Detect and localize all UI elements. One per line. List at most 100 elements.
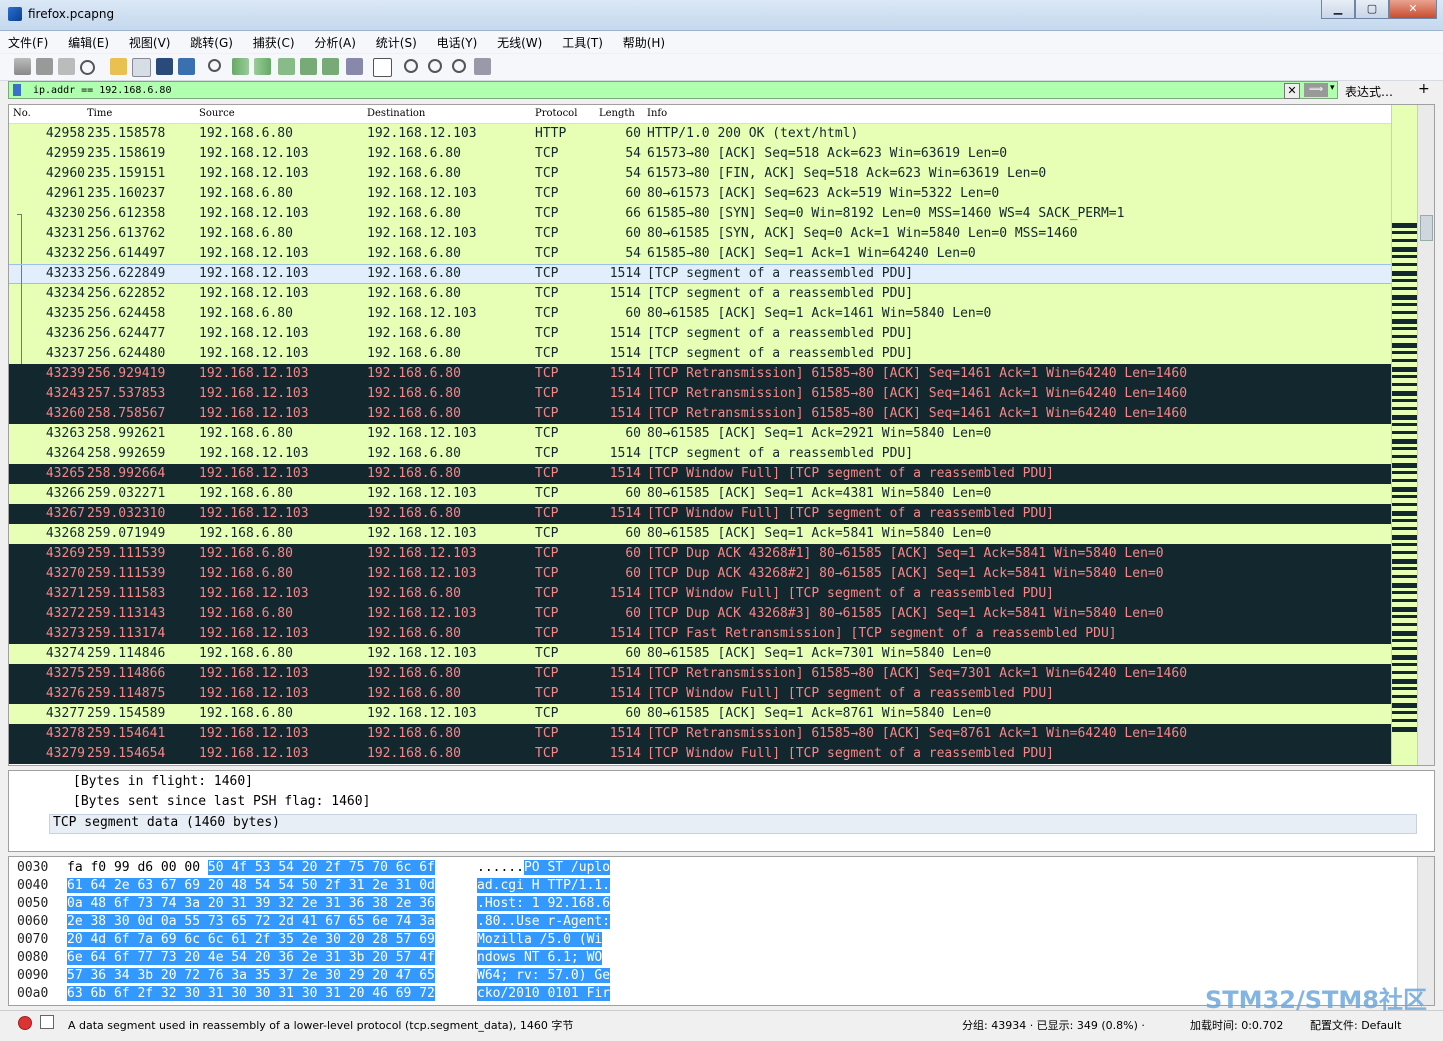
filter-history-dropdown[interactable]: ▾ [1330,83,1335,93]
zoom-in-icon[interactable] [404,59,418,73]
menu-capture[interactable]: 捕获(C) [245,31,303,51]
col-protocol[interactable]: Protocol [535,108,577,119]
expert-info-icon[interactable] [18,1016,32,1030]
packet-row[interactable]: 43271 259.111583 192.168.12.103 192.168.6.8… [9,584,1391,604]
minimize-button[interactable]: ▁ [1321,0,1355,19]
go-forward-icon[interactable] [254,58,271,75]
zoom-out-icon[interactable] [428,59,442,73]
packet-no: 43277 [45,706,85,721]
apply-filter-button[interactable]: ⟹ [1304,83,1328,97]
menu-tools[interactable]: 工具(T) [554,31,611,51]
packet-row[interactable]: 43236 256.624477 192.168.12.103 192.168.6.8… [9,324,1391,344]
packet-row[interactable]: 43264 258.992659 192.168.12.103 192.168.6.8… [9,444,1391,464]
packet-row[interactable]: 43273 259.113174 192.168.12.103 192.168.6.8… [9,624,1391,644]
detail-bytes-since-psh[interactable]: [Bytes sent since last PSH flag: 1460] [73,794,370,809]
menu-telephony[interactable]: 电话(Y) [429,31,486,51]
packet-row[interactable]: 43230 256.612358 192.168.12.103 192.168.6.8… [9,204,1391,224]
restart-capture-icon[interactable] [58,58,75,75]
menu-view[interactable]: 视图(V) [121,31,179,51]
packet-row[interactable]: 42959 235.158619 192.168.12.103 192.168.6.8… [9,144,1391,164]
window-controls: ▁ ▢ ✕ [1321,0,1437,20]
packet-row[interactable]: 43231 256.613762 192.168.6.80 192.168.12.10… [9,224,1391,244]
colorize-icon[interactable] [373,58,392,77]
close-file-icon[interactable] [156,58,173,75]
packet-row[interactable]: 43243 257.537853 192.168.12.103 192.168.6.8… [9,384,1391,404]
last-packet-icon[interactable] [322,58,339,75]
detail-tcp-segment-data[interactable]: TCP segment data (1460 bytes) [49,814,1417,834]
packet-minimap[interactable] [1391,105,1418,765]
autoscroll-icon[interactable] [346,58,363,75]
menu-help[interactable]: 帮助(H) [615,31,673,51]
packet-row[interactable]: 43275 259.114866 192.168.12.103 192.168.6.8… [9,664,1391,684]
wireshark-fin-icon [8,7,22,21]
scroll-thumb[interactable] [1420,215,1433,241]
resize-columns-icon[interactable] [474,58,491,75]
capture-options-icon[interactable] [80,60,95,75]
display-filter-input[interactable]: ip.addr == 192.168.6.80 [8,81,1338,99]
open-file-icon[interactable] [110,58,127,75]
packet-row[interactable]: 43234 256.622852 192.168.12.103 192.168.6.8… [9,284,1391,304]
go-back-icon[interactable] [232,58,249,75]
packet-proto: TCP [535,206,559,221]
packet-row[interactable]: 43276 259.114875 192.168.12.103 192.168.6.8… [9,684,1391,704]
packet-row[interactable]: 43235 256.624458 192.168.6.80 192.168.12.10… [9,304,1391,324]
packet-row[interactable]: 43263 258.992621 192.168.6.80 192.168.12.10… [9,424,1391,444]
menu-file[interactable]: 文件(F) [0,31,56,51]
packet-row[interactable]: 43279 259.154654 192.168.12.103 192.168.6.8… [9,744,1391,764]
packet-row[interactable]: 43277 259.154589 192.168.6.80 192.168.12.10… [9,704,1391,724]
col-destination[interactable]: Destination [367,108,425,119]
packet-row[interactable]: 42960 235.159151 192.168.12.103 192.168.6.8… [9,164,1391,184]
packet-no: 43267 [45,506,85,521]
add-filter-button[interactable]: + [1418,81,1430,97]
maximize-button[interactable]: ▢ [1355,0,1389,19]
save-file-icon[interactable] [132,58,151,77]
menu-bar: 文件(F) 编辑(E) 视图(V) 跳转(G) 捕获(C) 分析(A) 统计(S… [0,31,1443,53]
bytes-ascii: ......PO ST /uplo [477,859,611,877]
stop-capture-icon[interactable] [36,58,53,75]
bookmark-icon[interactable] [13,84,21,96]
close-button[interactable]: ✕ [1389,0,1437,19]
packet-list-scrollbar[interactable] [1417,105,1434,765]
detail-bytes-in-flight[interactable]: [Bytes in flight: 1460] [73,774,253,789]
status-profile[interactable]: 配置文件: Default [1310,1017,1401,1033]
packet-row[interactable]: 43268 259.071949 192.168.6.80 192.168.12.10… [9,524,1391,544]
minimap-stripe [1392,551,1418,554]
packet-row[interactable]: 43270 259.111539 192.168.6.80 192.168.12.10… [9,564,1391,584]
packet-row[interactable]: 43265 258.992664 192.168.12.103 192.168.6.8… [9,464,1391,484]
capture-comment-icon[interactable] [40,1015,54,1029]
zoom-reset-icon[interactable] [452,59,466,73]
expression-button[interactable]: 表达式… [1345,83,1393,100]
packet-row[interactable]: 43239 256.929419 192.168.12.103 192.168.6.8… [9,364,1391,384]
packet-row[interactable]: 43274 259.114846 192.168.6.80 192.168.12.10… [9,644,1391,664]
packet-row[interactable]: 43237 256.624480 192.168.12.103 192.168.6.8… [9,344,1391,364]
menu-statistics[interactable]: 统计(S) [368,31,425,51]
col-length[interactable]: Length [599,108,635,119]
col-info[interactable]: Info [647,108,667,119]
find-packet-icon[interactable] [208,59,221,72]
reload-file-icon[interactable] [178,58,195,75]
packet-row[interactable]: 42958 235.158578 192.168.6.80 192.168.12.10… [9,124,1391,144]
packet-proto: TCP [535,326,559,341]
packet-row[interactable]: 42961 235.160237 192.168.6.80 192.168.12.10… [9,184,1391,204]
go-to-packet-icon[interactable] [278,58,295,75]
col-no[interactable]: No. [13,108,31,119]
clear-filter-icon[interactable]: ✕ [1284,83,1300,99]
packet-row[interactable]: 43278 259.154641 192.168.12.103 192.168.6.8… [9,724,1391,744]
packet-len: 1514 [609,386,641,401]
packet-row[interactable]: 43267 259.032310 192.168.12.103 192.168.6.8… [9,504,1391,524]
packet-row[interactable]: 43232 256.614497 192.168.12.103 192.168.6.8… [9,244,1391,264]
packet-row[interactable]: 43272 259.113143 192.168.6.80 192.168.12.10… [9,604,1391,624]
menu-go[interactable]: 跳转(G) [182,31,241,51]
first-packet-icon[interactable] [300,58,317,75]
packet-row[interactable]: 43233 256.622849 192.168.12.103 192.168.6.8… [9,264,1391,285]
col-source[interactable]: Source [199,108,235,119]
menu-edit[interactable]: 编辑(E) [60,31,117,51]
menu-wireless[interactable]: 无线(W) [489,31,550,51]
menu-analyze[interactable]: 分析(A) [306,31,364,51]
packet-len: 1514 [609,326,641,341]
packet-row[interactable]: 43269 259.111539 192.168.6.80 192.168.12.10… [9,544,1391,564]
start-capture-icon[interactable] [14,58,31,75]
packet-row[interactable]: 43260 258.758567 192.168.12.103 192.168.6.8… [9,404,1391,424]
col-time[interactable]: Time [87,108,112,119]
packet-row[interactable]: 43266 259.032271 192.168.6.80 192.168.12.10… [9,484,1391,504]
